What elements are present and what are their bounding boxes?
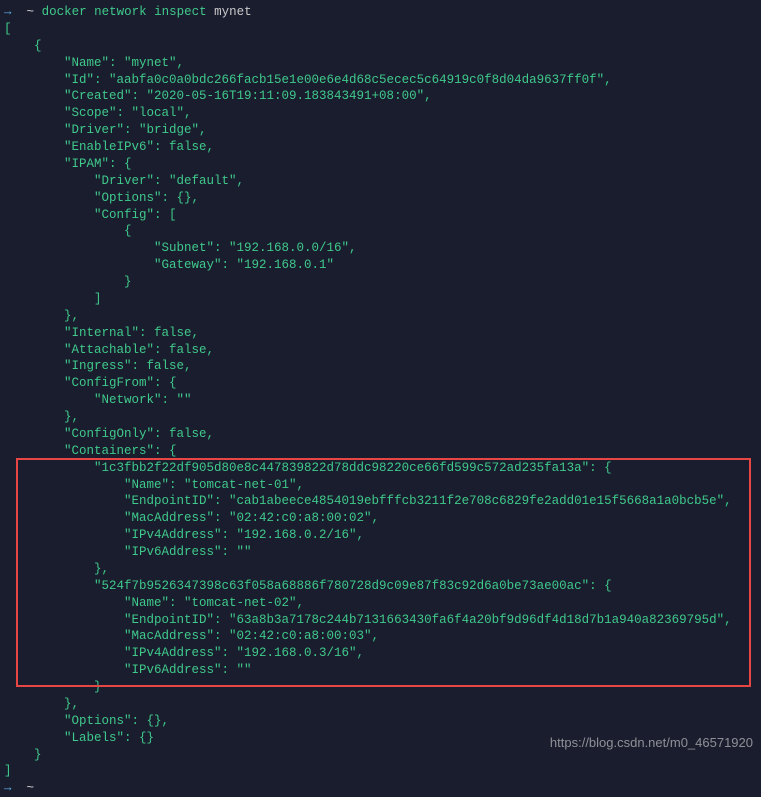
json-line: "ConfigFrom": { [4, 375, 757, 392]
json-line: "IPv4Address": "192.168.0.3/16", [4, 645, 757, 662]
json-line: "Network": "" [4, 392, 757, 409]
prompt-arrow: → [4, 781, 12, 795]
json-line: }, [4, 308, 757, 325]
json-line: "Attachable": false, [4, 342, 757, 359]
json-line: "EndpointID": "63a8b3a7178c244b713166343… [4, 612, 757, 629]
terminal-output: → ~ docker network inspect mynet [ { "Na… [4, 4, 757, 797]
json-line: "IPAM": { [4, 156, 757, 173]
json-line: } [4, 679, 757, 696]
json-line: "IPv6Address": "" [4, 544, 757, 561]
command-arg: mynet [214, 5, 252, 19]
command-line[interactable]: → ~ docker network inspect mynet [4, 4, 757, 21]
json-line: "Created": "2020-05-16T19:11:09.18384349… [4, 88, 757, 105]
prompt-line-empty[interactable]: → ~ [4, 780, 757, 797]
json-line: "MacAddress": "02:42:c0:a8:00:03", [4, 628, 757, 645]
json-line: "IPv6Address": "" [4, 662, 757, 679]
json-line: "Subnet": "192.168.0.0/16", [4, 240, 757, 257]
json-line: "Ingress": false, [4, 358, 757, 375]
json-line: "Internal": false, [4, 325, 757, 342]
json-line: "IPv4Address": "192.168.0.2/16", [4, 527, 757, 544]
json-line: "524f7b9526347398c63f058a68886f780728d9c… [4, 578, 757, 595]
prompt-tilde: ~ [27, 5, 35, 19]
json-line: "Options": {}, [4, 713, 757, 730]
prompt-tilde: ~ [27, 781, 35, 795]
json-line: ] [4, 291, 757, 308]
json-line: "Options": {}, [4, 190, 757, 207]
json-line: "Id": "aabfa0c0a0bdc266facb15e1e00e6e4d6… [4, 72, 757, 89]
json-line: "Name": "tomcat-net-01", [4, 477, 757, 494]
json-line: "Name": "tomcat-net-02", [4, 595, 757, 612]
json-line: "MacAddress": "02:42:c0:a8:00:02", [4, 510, 757, 527]
prompt-arrow: → [4, 5, 12, 19]
json-line: "EnableIPv6": false, [4, 139, 757, 156]
json-line: }, [4, 696, 757, 713]
command-text: docker network inspect [42, 5, 207, 19]
json-line: "Gateway": "192.168.0.1" [4, 257, 757, 274]
json-line: }, [4, 561, 757, 578]
json-line: "Config": [ [4, 207, 757, 224]
json-line: } [4, 274, 757, 291]
watermark-text: https://blog.csdn.net/m0_46571920 [550, 734, 753, 752]
json-line: "Name": "mynet", [4, 55, 757, 72]
json-line: { [4, 223, 757, 240]
json-line: "Driver": "bridge", [4, 122, 757, 139]
json-line: "1c3fbb2f22df905d80e8c447839822d78ddc982… [4, 460, 757, 477]
json-line: "ConfigOnly": false, [4, 426, 757, 443]
json-line: "Driver": "default", [4, 173, 757, 190]
json-line: "EndpointID": "cab1abeece4854019ebfffcb3… [4, 493, 757, 510]
json-line: "Containers": { [4, 443, 757, 460]
json-line: [ [4, 21, 757, 38]
json-line: "Scope": "local", [4, 105, 757, 122]
json-line: }, [4, 409, 757, 426]
json-line: { [4, 38, 757, 55]
